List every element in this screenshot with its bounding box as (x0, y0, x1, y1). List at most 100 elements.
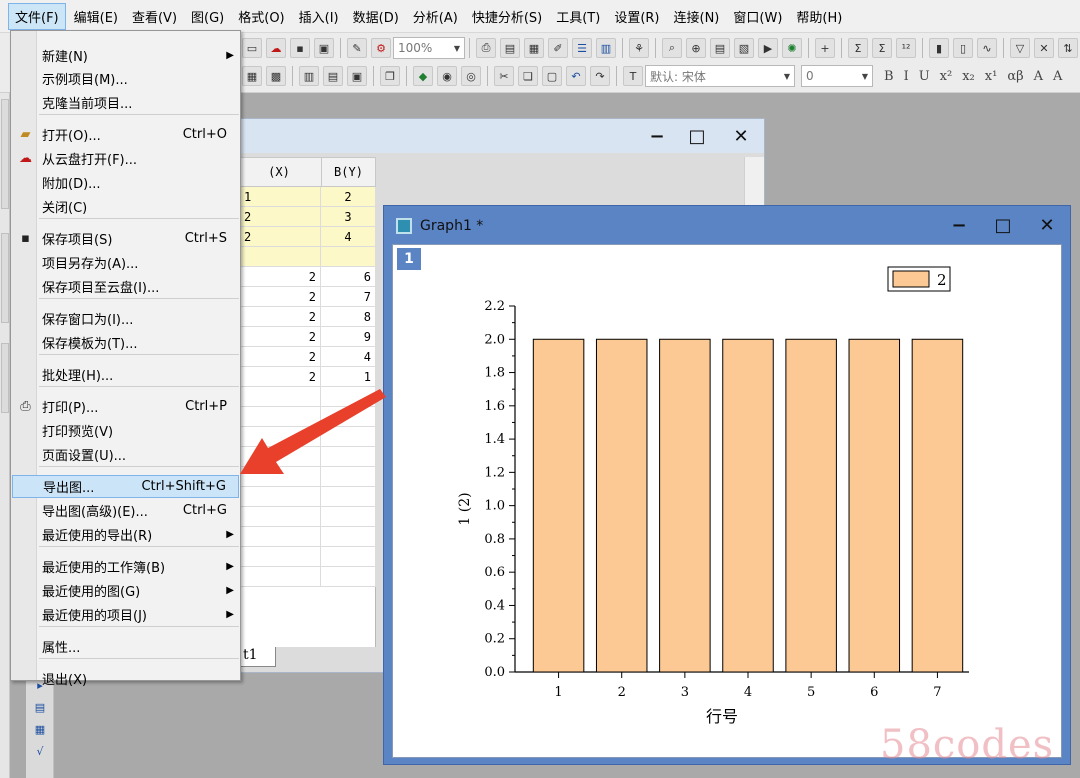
import-icon[interactable]: ✎ (347, 38, 367, 58)
save-icon[interactable]: ▪ (290, 38, 310, 58)
results-log-icon[interactable]: ▤ (710, 38, 730, 58)
statistics-icon[interactable]: Σ (872, 38, 892, 58)
cell-a[interactable] (236, 427, 321, 447)
open-folder-icon[interactable]: ▭ (242, 38, 262, 58)
bar[interactable] (722, 338, 774, 673)
cell-b[interactable] (321, 407, 376, 427)
font-name-select[interactable]: 默认: 宋体 ▼ (645, 65, 795, 87)
format-button[interactable]: x¹ (985, 69, 998, 84)
cut-icon[interactable]: ✂ (494, 66, 514, 86)
file-menu-item[interactable]: 保存模板为(T)... (12, 331, 239, 354)
print-icon[interactable]: ⎙ (476, 38, 496, 58)
new-plot-icon[interactable]: ◆ (413, 66, 433, 86)
menu-item[interactable]: 文件(F) (8, 2, 66, 30)
file-menu-item[interactable]: 保存项目至云盘(I)... (12, 275, 239, 298)
cell-a[interactable]: 2 (236, 327, 321, 347)
copy-icon[interactable]: ❏ (518, 66, 538, 86)
format-button[interactable]: αβ (1007, 69, 1023, 84)
command-window-icon[interactable]: ▶ (758, 38, 778, 58)
menu-item[interactable]: 快捷分析(S) (466, 4, 548, 29)
worksheet[interactable]: (X) B(Y) 122324262728292421 (236, 157, 376, 647)
file-menu-item[interactable]: 导出图... Ctrl+Shift+G (12, 475, 239, 498)
cell-a[interactable] (236, 527, 321, 547)
menu-item[interactable]: 格式(O) (232, 4, 290, 29)
redo-icon[interactable]: ↷ (590, 66, 610, 86)
cell-a[interactable]: 2 (236, 227, 321, 247)
table-icon[interactable]: ☰ (572, 38, 592, 58)
recalculate-icon[interactable]: ⚙ (371, 38, 391, 58)
sheet-tab[interactable]: t1 (236, 647, 276, 667)
cell-a[interactable]: 2 (236, 267, 321, 287)
workbook-icon[interactable]: ▥ (596, 38, 616, 58)
column-plot-icon[interactable]: ▮ (929, 38, 949, 58)
cell-b[interactable] (321, 487, 376, 507)
cell-a[interactable] (236, 467, 321, 487)
menu-item[interactable]: 图(G) (185, 4, 230, 29)
menu-item[interactable]: 设置(R) (608, 4, 665, 29)
cell-b[interactable]: 2 (321, 187, 376, 207)
menu-item[interactable]: 连接(N) (668, 4, 726, 29)
cell-b[interactable]: 1 (321, 367, 376, 387)
format-button[interactable]: x² (940, 69, 953, 84)
bar[interactable] (595, 338, 648, 673)
file-menu-item[interactable]: ▰ 打开(O)... Ctrl+O (12, 123, 239, 146)
zoom-graph-icon[interactable]: ⊕ (686, 38, 706, 58)
cell-a[interactable] (236, 387, 321, 407)
menu-item[interactable]: 编辑(E) (68, 4, 124, 29)
cell-a[interactable] (236, 447, 321, 467)
cell-a[interactable] (236, 247, 321, 267)
file-menu-item[interactable]: 退出(X) (12, 667, 239, 690)
graph-layer-icon[interactable]: ▥ (299, 66, 319, 86)
results-log-tab[interactable] (1, 233, 9, 323)
close-icon[interactable]: ✕ (1034, 214, 1060, 236)
matrix-icon[interactable]: ▦ (524, 38, 544, 58)
rescale-icon[interactable]: ◎ (461, 66, 481, 86)
find-icon[interactable]: ⌕ (662, 38, 682, 58)
menu-item[interactable]: 窗口(W) (727, 4, 788, 29)
cell-b[interactable]: 7 (321, 287, 376, 307)
undo-icon[interactable]: ↶ (566, 66, 586, 86)
add-layer-icon[interactable]: ▤ (323, 66, 343, 86)
project-tree-icon[interactable]: ⚘ (629, 38, 649, 58)
messages-log-tab[interactable] (1, 343, 9, 413)
paste-icon[interactable]: ▢ (542, 66, 562, 86)
format-button[interactable]: I (904, 69, 909, 84)
cell-b[interactable]: 6 (321, 267, 376, 287)
copy-page-icon[interactable]: ❐ (380, 66, 400, 86)
menu-item[interactable]: 数据(D) (347, 4, 405, 29)
file-menu-item[interactable]: 保存窗口为(I)... (12, 307, 239, 330)
zoom-select[interactable]: 100% ▼ (393, 37, 465, 59)
cell-a[interactable]: 1 (236, 187, 321, 207)
font-size-select[interactable]: 0 ▼ (801, 65, 873, 87)
format-button[interactable]: A (1053, 69, 1062, 84)
file-menu-item[interactable]: 属性... (12, 635, 239, 658)
bar[interactable] (911, 338, 964, 673)
file-menu-item[interactable]: 克隆当前项目... (12, 91, 239, 114)
equation-icon[interactable]: √ (31, 742, 49, 760)
menu-item[interactable]: 帮助(H) (790, 4, 848, 29)
minimize-icon[interactable]: − (644, 125, 670, 147)
file-menu-item[interactable]: 打印预览(V) (12, 419, 239, 442)
cell-a[interactable]: 2 (236, 207, 321, 227)
menu-item[interactable]: 工具(T) (550, 4, 606, 29)
layer-icon[interactable]: ▦ (242, 66, 262, 86)
file-menu-item[interactable]: 最近使用的工作簿(B) ▶ (12, 555, 239, 578)
format-button[interactable]: x₂ (962, 69, 975, 84)
file-menu-item[interactable]: 最近使用的项目(J) ▶ (12, 603, 239, 626)
cell-b[interactable]: 8 (321, 307, 376, 327)
add-column-icon[interactable]: + (815, 38, 835, 58)
grid-icon[interactable]: ▦ (31, 720, 49, 738)
graph-canvas[interactable]: 1 0.0 0.2 0.4 0.6 0.8 1.0 1.2 1.4 1.6 1.8 2.0 2.2 1 2… (392, 244, 1062, 758)
bar[interactable] (659, 338, 711, 673)
cell-b[interactable]: 3 (321, 207, 376, 227)
file-menu-item[interactable]: 页面设置(U)... (12, 443, 239, 466)
file-menu-item[interactable]: 导出图(高级)(E)... Ctrl+G (12, 499, 239, 522)
cell-b[interactable] (321, 447, 376, 467)
format-button[interactable]: B (884, 69, 894, 84)
file-menu-item[interactable]: 项目另存为(A)... (12, 251, 239, 274)
text-tool-icon[interactable]: T (623, 66, 643, 86)
project-explorer-tab[interactable] (1, 99, 9, 209)
arrange-icon[interactable]: ▣ (347, 66, 367, 86)
cell-b[interactable] (321, 427, 376, 447)
file-menu-item[interactable]: ⎙ 打印(P)... Ctrl+P (12, 395, 239, 418)
